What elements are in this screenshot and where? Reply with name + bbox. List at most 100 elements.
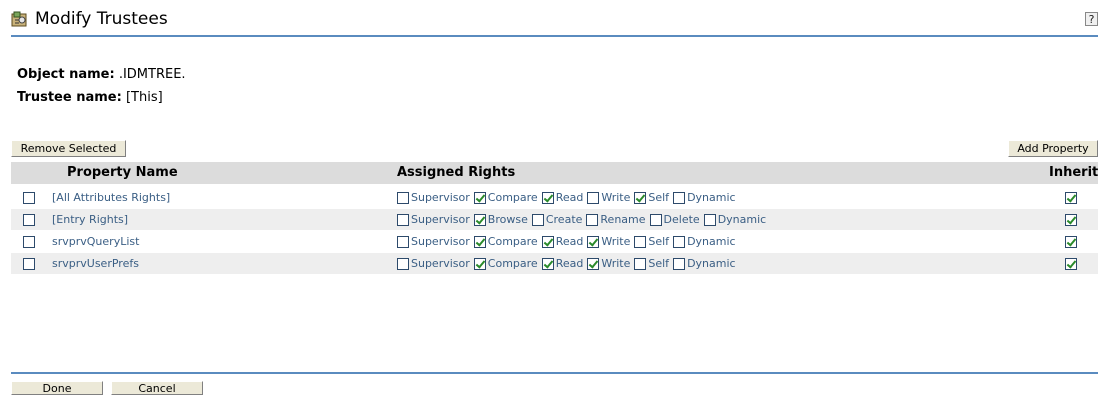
- cancel-button[interactable]: Cancel: [111, 381, 203, 395]
- column-assigned-rights: Assigned Rights: [397, 165, 516, 180]
- table-row: srvprvQueryList Supervisor Compare Read Writ…: [11, 231, 1098, 252]
- property-name-link[interactable]: srvprvQueryList: [52, 235, 139, 248]
- object-name-value: .IDMTREE.: [118, 67, 186, 82]
- right-read: Read: [541, 191, 583, 204]
- footer-divider: [11, 372, 1098, 374]
- help-button[interactable]: ?: [1085, 12, 1098, 26]
- title-bar: Modify Trustees ?: [11, 8, 1098, 34]
- remove-selected-button[interactable]: Remove Selected: [11, 140, 126, 157]
- right-supervisor: Supervisor: [397, 213, 470, 226]
- right-label: Browse: [487, 213, 528, 226]
- right-supervisor: Supervisor: [397, 235, 470, 248]
- right-label: Dynamic: [687, 235, 736, 248]
- property-name-link[interactable]: [Entry Rights]: [52, 213, 128, 226]
- right-checkbox-dynamic[interactable]: [673, 191, 686, 204]
- right-checkbox-supervisor[interactable]: [397, 235, 409, 248]
- row-select-checkbox[interactable]: [23, 192, 35, 204]
- row-select-checkbox[interactable]: [23, 258, 35, 270]
- assigned-rights: Supervisor Compare Read Write Self Dynamic: [397, 256, 740, 271]
- right-checkbox-rename[interactable]: [586, 213, 599, 226]
- inherit-checkbox[interactable]: [1065, 214, 1077, 226]
- right-label: Supervisor: [411, 257, 470, 270]
- column-property-name: Property Name: [67, 165, 178, 180]
- right-checkbox-dynamic[interactable]: [673, 257, 686, 270]
- page-title: Modify Trustees: [35, 9, 168, 29]
- right-compare: Compare: [473, 235, 538, 248]
- object-name-label: Object name:: [17, 67, 115, 82]
- trustee-rights-icon: [11, 11, 27, 27]
- right-checkbox-compare[interactable]: [473, 257, 486, 270]
- right-checkbox-self[interactable]: [634, 191, 647, 204]
- right-checkbox-delete[interactable]: [649, 213, 662, 226]
- row-select-checkbox[interactable]: [23, 236, 35, 248]
- table-header: Property Name Assigned Rights Inherit: [11, 162, 1098, 184]
- right-checkbox-write[interactable]: [587, 191, 600, 204]
- right-self: Self: [634, 235, 669, 248]
- right-checkbox-self[interactable]: [634, 257, 647, 270]
- row-select-checkbox[interactable]: [23, 214, 35, 226]
- right-label: Read: [555, 257, 584, 270]
- trustee-name-value: [This]: [125, 90, 163, 105]
- right-delete: Delete: [649, 213, 700, 226]
- right-label: Supervisor: [411, 235, 470, 248]
- assigned-rights: Supervisor Browse Create Rename Delete Dynami…: [397, 212, 770, 227]
- right-checkbox-create[interactable]: [531, 213, 544, 226]
- right-checkbox-write[interactable]: [587, 257, 600, 270]
- right-checkbox-supervisor[interactable]: [397, 257, 409, 270]
- right-checkbox-read[interactable]: [541, 257, 554, 270]
- right-label: Dynamic: [687, 257, 736, 270]
- right-dynamic: Dynamic: [673, 257, 736, 270]
- right-label: Write: [601, 191, 631, 204]
- right-checkbox-read[interactable]: [541, 191, 554, 204]
- right-label: Self: [648, 235, 670, 248]
- right-write: Write: [587, 191, 630, 204]
- right-compare: Compare: [473, 257, 538, 270]
- right-checkbox-read[interactable]: [541, 235, 554, 248]
- table-row: [All Attributes Rights] Supervisor Compare…: [11, 187, 1098, 208]
- right-checkbox-dynamic[interactable]: [703, 213, 716, 226]
- right-checkbox-compare[interactable]: [473, 191, 486, 204]
- right-label: Dynamic: [717, 213, 767, 226]
- trustee-name-line: Trustee name: [This]: [17, 90, 163, 105]
- right-read: Read: [541, 257, 584, 270]
- property-name-link[interactable]: srvprvUserPrefs: [52, 257, 139, 270]
- right-dynamic: Dynamic: [673, 235, 736, 248]
- inherit-checkbox[interactable]: [1065, 236, 1077, 248]
- right-label: Self: [648, 257, 670, 270]
- property-name-link[interactable]: [All Attributes Rights]: [52, 191, 170, 204]
- right-dynamic: Dynamic: [703, 213, 767, 226]
- right-compare: Compare: [473, 191, 538, 204]
- right-checkbox-write[interactable]: [587, 235, 600, 248]
- right-supervisor: Supervisor: [397, 191, 470, 204]
- right-label: Supervisor: [411, 213, 470, 226]
- object-name-line: Object name: .IDMTREE.: [17, 67, 186, 82]
- done-button[interactable]: Done: [11, 381, 103, 395]
- trustee-name-label: Trustee name:: [17, 90, 122, 105]
- right-checkbox-supervisor[interactable]: [397, 213, 409, 226]
- right-label: Compare: [487, 257, 538, 270]
- right-label: Dynamic: [687, 191, 736, 204]
- right-self: Self: [634, 191, 669, 204]
- add-property-button[interactable]: Add Property: [1008, 140, 1098, 157]
- right-checkbox-dynamic[interactable]: [673, 235, 686, 248]
- right-checkbox-browse[interactable]: [473, 213, 486, 226]
- inherit-checkbox[interactable]: [1065, 192, 1077, 204]
- title-divider: [11, 35, 1098, 37]
- right-checkbox-self[interactable]: [634, 235, 647, 248]
- right-checkbox-compare[interactable]: [473, 235, 486, 248]
- right-dynamic: Dynamic: [673, 191, 736, 204]
- right-label: Compare: [487, 191, 538, 204]
- right-checkbox-supervisor[interactable]: [397, 191, 409, 204]
- right-supervisor: Supervisor: [397, 257, 470, 270]
- right-label: Self: [648, 191, 670, 204]
- assigned-rights: Supervisor Compare Read Write Self Dynamic: [397, 190, 740, 205]
- right-label: Rename: [600, 213, 646, 226]
- inherit-checkbox[interactable]: [1065, 258, 1077, 270]
- table-row: srvprvUserPrefs Supervisor Compare Read Writ…: [11, 253, 1098, 274]
- right-rename: Rename: [586, 213, 646, 226]
- right-label: Read: [555, 235, 584, 248]
- right-label: Compare: [487, 235, 538, 248]
- column-inherit: Inherit: [1049, 165, 1098, 180]
- right-create: Create: [531, 213, 582, 226]
- right-self: Self: [634, 257, 669, 270]
